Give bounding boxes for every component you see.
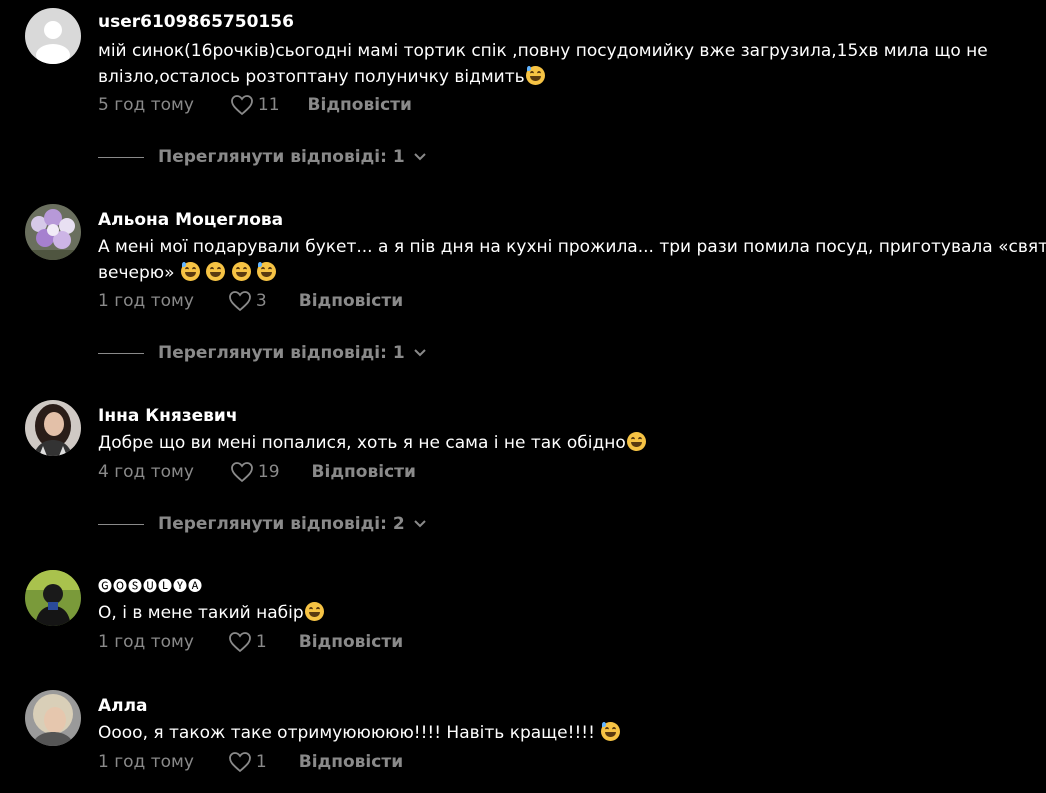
comment-meta: 1 год тому 1 Відповісти xyxy=(98,751,403,773)
reply-button[interactable]: Відповісти xyxy=(299,752,403,772)
grinning-emoji-icon xyxy=(626,432,646,451)
view-replies-button[interactable]: Переглянути відповіді: 2 xyxy=(98,514,427,534)
comment-author[interactable]: Алла xyxy=(98,696,148,716)
view-replies-label: Переглянути відповіді: 1 xyxy=(158,147,405,167)
comment-author[interactable]: Інна Князевич xyxy=(98,406,238,426)
like-count: 11 xyxy=(257,95,280,115)
comment-time: 1 год тому xyxy=(98,632,194,652)
heart-icon xyxy=(231,95,253,116)
comment-text-line: Добре що ви мені попалися, хоть я не сам… xyxy=(98,433,626,453)
grinning-sweat-emoji-icon xyxy=(601,722,621,741)
divider-line xyxy=(98,156,144,158)
comment-text-line: влізло,осталось розтоптану полуничку від… xyxy=(98,67,525,87)
like-count: 3 xyxy=(255,291,267,311)
grinning-emoji-icon xyxy=(206,262,226,281)
view-replies-label: Переглянути відповіді: 1 xyxy=(158,343,405,363)
comment-time: 1 год тому xyxy=(98,291,194,311)
chevron-down-icon xyxy=(413,153,426,161)
grinning-sweat-emoji-icon xyxy=(525,66,545,85)
comment-meta: 5 год тому 11 Відповісти xyxy=(98,94,412,116)
reply-button[interactable]: Відповісти xyxy=(308,95,412,115)
comment-meta: 1 год тому 3 Відповісти xyxy=(98,290,403,312)
grinning-emoji-icon xyxy=(231,262,251,281)
like-count: 1 xyxy=(255,752,267,772)
reply-button[interactable]: Відповісти xyxy=(312,462,416,482)
like-button[interactable]: 1 xyxy=(228,751,267,773)
comment-text: Добре що ви мені попалися, хоть я не сам… xyxy=(98,430,1046,456)
like-button[interactable]: 1 xyxy=(228,631,267,653)
reply-button[interactable]: Відповісти xyxy=(299,632,403,652)
heart-icon xyxy=(229,632,251,653)
comment-text-line: А мені мої подарували букет... а я пів д… xyxy=(98,237,1046,257)
comment-author[interactable]: user6109865750156 xyxy=(98,12,294,32)
flowers-avatar[interactable] xyxy=(25,204,81,260)
divider-line xyxy=(98,352,144,354)
blonde-avatar[interactable] xyxy=(25,690,81,746)
comment-time: 4 год тому xyxy=(98,462,194,482)
divider-line xyxy=(98,523,144,525)
comment-text: О, і в мене такий набір xyxy=(98,600,1046,626)
comment-meta: 1 год тому 1 Відповісти xyxy=(98,631,403,653)
grinning-squinting-emoji-icon xyxy=(304,602,324,621)
chevron-down-icon xyxy=(413,349,426,357)
grinning-sweat-emoji-icon xyxy=(257,262,277,281)
heart-icon xyxy=(231,462,253,483)
default-avatar-icon[interactable] xyxy=(25,8,81,64)
comment-text-line: мій синок(16рочків)сьогодні мамі тортик … xyxy=(98,41,988,61)
comment-text-line: вечерю» xyxy=(98,263,175,283)
comment-meta: 4 год тому 19 Відповісти xyxy=(98,461,416,483)
like-button[interactable]: 19 xyxy=(230,461,280,483)
comment-text-line: О, і в мене такий набір xyxy=(98,603,304,623)
reply-button[interactable]: Відповісти xyxy=(299,291,403,311)
chevron-down-icon xyxy=(413,520,426,528)
view-replies-button[interactable]: Переглянути відповіді: 1 xyxy=(98,147,427,167)
comment-text: А мені мої подарували букет... а я пів д… xyxy=(98,234,1046,286)
comment-text: мій синок(16рочків)сьогодні мамі тортик … xyxy=(98,38,1046,90)
grinning-sweat-emoji-icon xyxy=(180,262,200,281)
comment-text: Оооо, я також таке отримуююююю!!!! Навіт… xyxy=(98,720,1046,746)
like-button[interactable]: 3 xyxy=(228,290,267,312)
view-replies-button[interactable]: Переглянути відповіді: 1 xyxy=(98,343,427,363)
like-count: 1 xyxy=(255,632,267,652)
comment-text-line: Оооо, я також таке отримуююююю!!!! Навіт… xyxy=(98,723,595,743)
comment-author[interactable]: Альона Моцеглова xyxy=(98,210,283,230)
comment-author[interactable]: 🅖🅞🅢🅤🅛🅨🅐 xyxy=(98,576,203,596)
like-button[interactable]: 11 xyxy=(230,94,280,116)
view-replies-label: Переглянути відповіді: 2 xyxy=(158,514,405,534)
woman-avatar[interactable] xyxy=(25,400,81,456)
comment-time: 5 год тому xyxy=(98,95,194,115)
person-avatar[interactable] xyxy=(25,570,81,626)
heart-icon xyxy=(229,291,251,312)
comment-time: 1 год тому xyxy=(98,752,194,772)
like-count: 19 xyxy=(257,462,280,482)
heart-icon xyxy=(229,752,251,773)
